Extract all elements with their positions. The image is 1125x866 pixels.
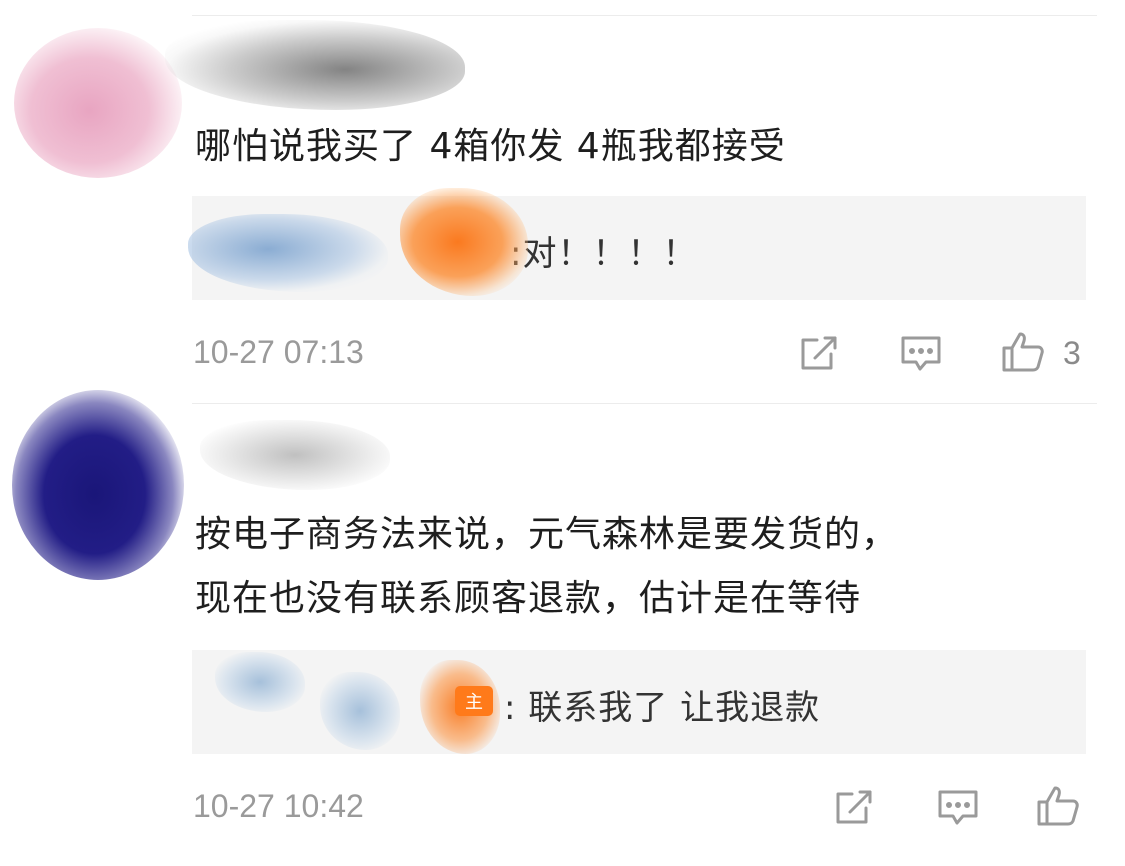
share-icon[interactable] xyxy=(797,330,843,376)
comment-icon[interactable] xyxy=(935,784,981,830)
reply-text: :对！！！！ xyxy=(510,234,698,274)
author-badge: 主 xyxy=(455,686,493,716)
top-divider xyxy=(192,15,1097,16)
redacted-username[interactable] xyxy=(165,20,465,110)
share-icon[interactable] xyxy=(832,784,878,830)
comment-divider xyxy=(192,403,1097,404)
thumbs-up-icon[interactable] xyxy=(1035,782,1081,828)
avatar[interactable] xyxy=(12,390,184,580)
timestamp: 10-27 07:13 xyxy=(193,334,364,370)
reply-text: : 联系我了 让我退款 xyxy=(504,688,821,728)
redacted-username[interactable] xyxy=(200,420,390,490)
comment-text-line-2: 现在也没有联系顾客退款，估计是在等待 xyxy=(195,578,862,619)
comment-text-line-1: 按电子商务法来说，元气森林是要发货的， xyxy=(195,514,899,555)
timestamp: 10-27 10:42 xyxy=(193,788,364,824)
thumbs-up-icon[interactable] xyxy=(1000,328,1046,374)
avatar[interactable] xyxy=(14,28,182,178)
like-count: 3 xyxy=(1063,335,1081,371)
comment-text: 哪怕说我买了 4箱你发 4瓶我都接受 xyxy=(195,126,786,167)
comment-icon[interactable] xyxy=(898,330,944,376)
